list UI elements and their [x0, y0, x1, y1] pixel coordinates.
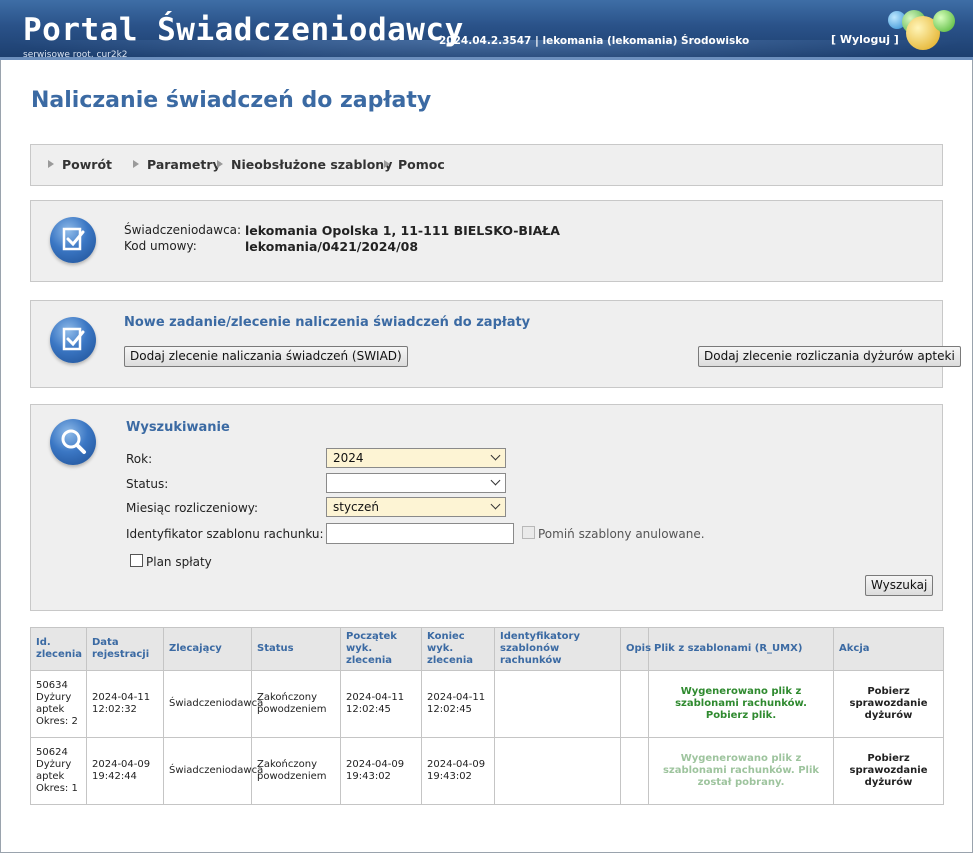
service-tag: serwisowe root, cur2k2 — [23, 50, 128, 60]
document-check-icon — [50, 217, 96, 263]
cell-template-ids — [494, 737, 621, 805]
document-check-icon — [50, 317, 96, 363]
new-task-panel: Nowe zadanie/zlecenie naliczenia świadcz… — [30, 300, 961, 388]
year-select[interactable]: 2024 — [326, 448, 506, 468]
col-start[interactable]: Początek wyk. zlecenia — [340, 627, 422, 671]
chevron-down-icon — [490, 475, 501, 486]
cell-start: 2024-04-09 19:43:02 — [340, 737, 422, 805]
cell-desc — [620, 737, 649, 805]
table-row: 50634 Dyżury aptek Okres: 2 2024-04-11 1… — [30, 670, 944, 738]
arrow-right-icon — [217, 160, 223, 168]
portal-logo-icon — [888, 6, 963, 56]
download-duty-report-link[interactable]: Pobierz sprawozdanie dyżurów — [833, 737, 944, 805]
skip-cancelled-label: Pomiń szablony anulowane. — [538, 527, 705, 541]
provider-label: Świadczeniodawca: — [124, 223, 242, 237]
col-desc[interactable]: Opis — [620, 627, 651, 671]
nav-unhandled-link[interactable]: Nieobsłużone szablony — [217, 157, 392, 172]
search-title: Wyszukiwanie — [126, 420, 230, 435]
year-label: Rok: — [126, 452, 153, 466]
month-select[interactable]: styczeń — [326, 497, 506, 517]
add-duty-settlement-button[interactable]: Dodaj zlecenie rozliczania dyżurów aptek… — [698, 346, 961, 367]
download-duty-report-link[interactable]: Pobierz sprawozdanie dyżurów — [833, 670, 944, 738]
col-status[interactable]: Status — [251, 627, 341, 671]
cell-requester: Świadczeniodawca — [163, 737, 263, 805]
search-panel: Wyszukiwanie Rok: 2024 Status: Miesiąc r… — [30, 404, 943, 611]
col-template-ids[interactable]: Identyfikatory szablonów rachunków — [494, 627, 621, 671]
provider-value: lekomania Opolska 1, 11-111 BIELSKO-BIAŁ… — [245, 223, 560, 238]
action-nav-bar: Powrót Parametry Nieobsłużone szablony P… — [30, 144, 943, 186]
col-id[interactable]: Id. zlecenia — [30, 627, 87, 671]
file-downloaded-status: Wygenerowano plik z szablonami rachunków… — [648, 737, 834, 805]
status-select[interactable] — [326, 473, 506, 493]
search-button[interactable]: Wyszukaj — [865, 575, 934, 596]
col-action[interactable]: Akcja — [833, 627, 944, 671]
contract-label: Kod umowy: — [124, 239, 197, 253]
app-header: Portal Świadczeniodawcy serwisowe root, … — [0, 0, 973, 60]
magnifier-icon — [50, 419, 96, 465]
add-swiad-button[interactable]: Dodaj zlecenie naliczania świadczeń (SWI… — [124, 346, 408, 367]
contract-value: lekomania/0421/2024/08 — [245, 239, 419, 254]
cell-reg-date: 2024-04-11 12:02:32 — [86, 670, 164, 738]
template-id-input[interactable] — [326, 523, 514, 544]
cell-desc — [620, 670, 649, 738]
arrow-right-icon — [48, 160, 54, 168]
nav-back-link[interactable]: Powrót — [48, 157, 112, 172]
download-file-link[interactable]: Wygenerowano plik z szablonami rachunków… — [648, 670, 834, 738]
cell-start: 2024-04-11 12:02:45 — [340, 670, 422, 738]
cell-template-ids — [494, 670, 621, 738]
template-id-label: Identyfikator szablonu rachunku: — [126, 527, 324, 541]
chevron-down-icon — [490, 450, 501, 461]
arrow-right-icon — [384, 160, 390, 168]
table-header-row: Id. zlecenia Data rejestracji Zlecający … — [30, 627, 944, 671]
results-table: Id. zlecenia Data rejestracji Zlecający … — [30, 627, 944, 805]
cell-reg-date: 2024-04-09 19:42:44 — [86, 737, 164, 805]
cell-end: 2024-04-11 12:02:45 — [421, 670, 495, 738]
col-end[interactable]: Koniec wyk. zlecenia — [421, 627, 495, 671]
payment-plan-checkbox[interactable] — [130, 554, 143, 567]
chevron-down-icon — [490, 499, 501, 510]
col-requester[interactable]: Zlecający — [163, 627, 252, 671]
skip-cancelled-checkbox[interactable] — [522, 526, 535, 539]
cell-status: Zakończony powodzeniem — [251, 670, 341, 738]
cell-id: 50634 Dyżury aptek Okres: 2 — [30, 670, 87, 738]
col-reg-date[interactable]: Data rejestracji — [86, 627, 164, 671]
cell-requester: Świadczeniodawca — [163, 670, 263, 738]
new-task-title: Nowe zadanie/zlecenie naliczenia świadcz… — [124, 315, 531, 330]
cell-id: 50624 Dyżury aptek Okres: 1 — [30, 737, 87, 805]
cell-end: 2024-04-09 19:43:02 — [421, 737, 495, 805]
provider-info-panel: Świadczeniodawca: lekomania Opolska 1, 1… — [30, 200, 943, 282]
version-info: 2024.04.2.3547 | lekomania (lekomania) Ś… — [439, 35, 750, 47]
col-file[interactable]: Plik z szablonami (R_UMX) — [648, 627, 834, 671]
payment-plan-label: Plan spłaty — [146, 555, 212, 569]
table-row: 50624 Dyżury aptek Okres: 1 2024-04-09 1… — [30, 737, 944, 805]
month-label: Miesiąc rozliczeniowy: — [126, 501, 259, 515]
status-label: Status: — [126, 477, 169, 491]
nav-params-link[interactable]: Parametry — [133, 157, 221, 172]
nav-help-link[interactable]: Pomoc — [384, 157, 445, 172]
arrow-right-icon — [133, 160, 139, 168]
page-title: Naliczanie świadczeń do zapłaty — [31, 88, 432, 113]
cell-status: Zakończony powodzeniem — [251, 737, 341, 805]
portal-title: Portal Świadczeniodawcy — [23, 12, 464, 48]
